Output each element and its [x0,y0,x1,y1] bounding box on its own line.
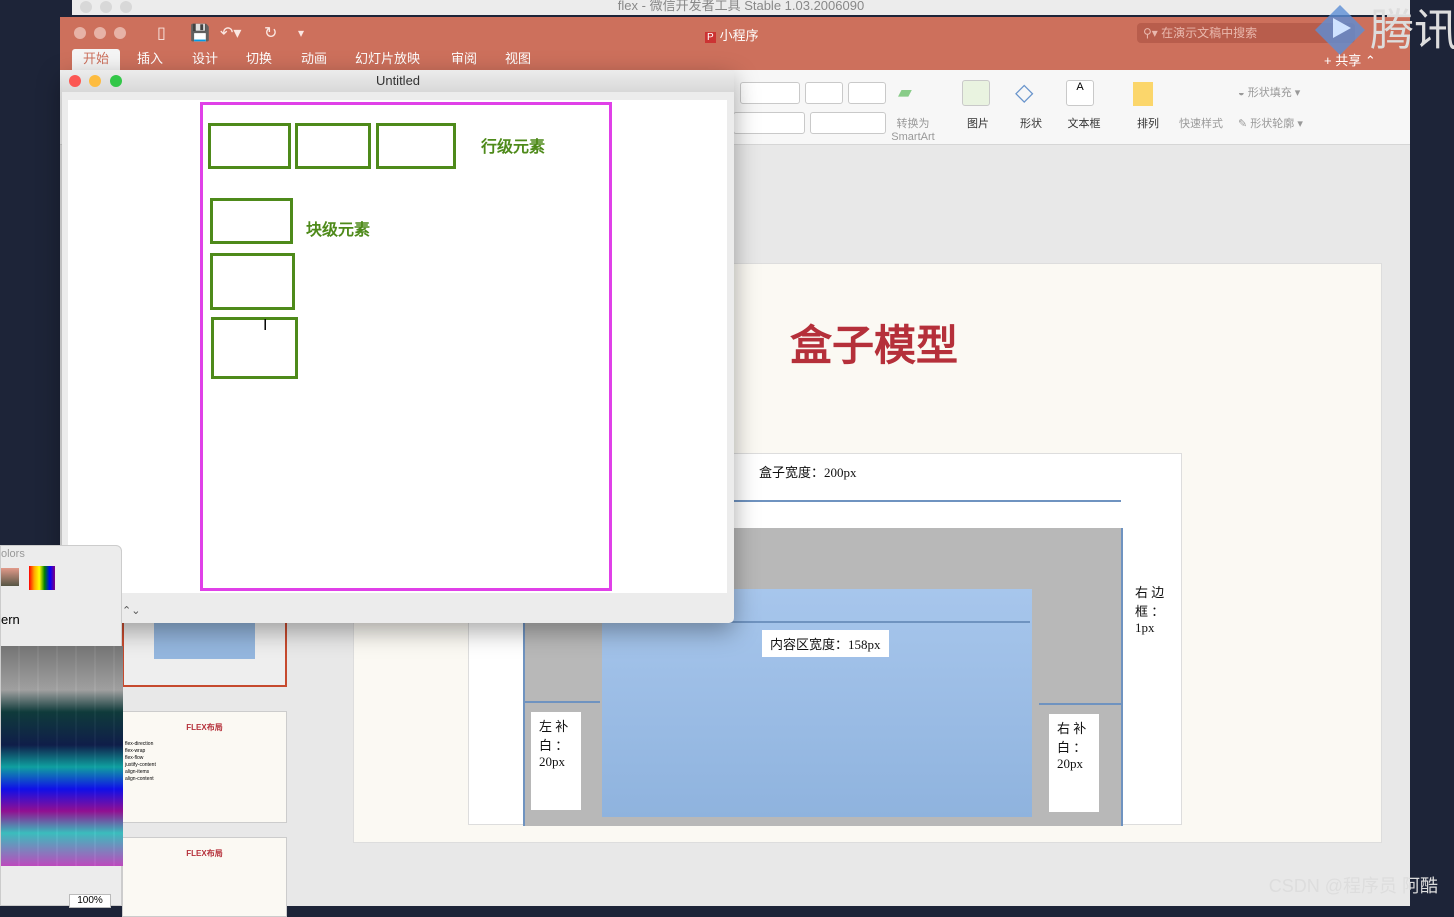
line-spacing-button[interactable] [805,82,843,104]
pattern-label: ern [1,612,20,627]
inline-box-1 [208,123,291,169]
window-title: Untitled [375,73,421,88]
thumbnail-item: align-content [125,776,154,782]
image-palette-tab[interactable] [1,568,19,586]
text-direction-button[interactable] [810,112,886,134]
slide-title[interactable]: 盒子模型 [790,312,958,373]
minimize-button[interactable] [94,27,106,39]
minimize-button[interactable] [89,75,101,87]
quick-style-button[interactable]: 快速样式 [1176,115,1226,131]
inline-box-3 [376,123,456,169]
thumbnail-item: flex-wrap [125,748,146,754]
devtools-titlebar: flex - 微信开发者工具 Stable 1.03.2006090 [72,0,1410,15]
untitled-titlebar: Untitled [62,70,734,92]
preview-canvas[interactable]: 行级元素 块级元素 I [68,100,727,593]
tab-animations[interactable]: 动画 [290,49,338,70]
devtools-title: flex - 微信开发者工具 Stable 1.03.2006090 [617,0,865,13]
sidebar-toggle-icon[interactable]: ▯ [157,23,166,43]
left-padding-arrow [525,701,600,703]
right-padding-arrow [1039,703,1123,705]
colors-title: olors [1,548,25,560]
untitled-window: Untitled 行级元素 块级元素 I ⌃⌄ [62,70,734,623]
thumbnail-item: flex-flow [125,755,144,761]
indent-buttons[interactable] [740,82,800,104]
svg-text:腾讯: 腾讯 [1370,5,1454,56]
tab-transitions[interactable]: 切换 [235,49,283,70]
smartart-icon: ▰ [898,82,912,102]
thumbnail-item: justify-content [125,762,156,768]
shape-outline-label: 形状轮廓 [1250,118,1295,130]
customize-icon[interactable]: ▾ [298,26,304,40]
tencent-video-logo: 腾讯 [1315,5,1454,56]
block-element-label: 块级元素 [306,220,371,239]
textbox-button[interactable]: 文本框 [1062,115,1106,131]
ppt-file-icon: P [705,32,716,43]
document-title-text: 小程序 [719,28,759,43]
textbox-icon: A [1066,80,1094,106]
thumbnail-title: FLEX布局 [186,849,223,858]
save-icon[interactable]: 💾 [190,23,210,43]
search-placeholder: 在演示文稿中搜索 [1161,26,1258,40]
arrange-icon [1133,82,1153,106]
tab-slideshow[interactable]: 幻灯片放映 [344,49,431,70]
tab-review[interactable]: 审阅 [440,49,488,70]
smartart-button[interactable]: 转换为 SmartArt [888,115,938,143]
pencils-tab[interactable] [29,566,55,590]
close-button[interactable] [74,27,86,39]
close-button[interactable] [69,75,81,87]
slide-thumbnails: FLEX布局 flex-direction flex-wrap flex-flo… [122,607,292,917]
thumbnail-flex-2[interactable]: FLEX布局 [122,837,287,917]
text-cursor-icon: I [263,317,268,334]
shape-fill-button[interactable]: ◒ 形状填充 ▾ [1238,84,1300,100]
tab-home[interactable]: 开始 [72,49,121,70]
zoom-button[interactable] [110,75,122,87]
shape-outline-button[interactable]: ✎ 形状轮廓 ▾ [1238,115,1303,131]
tab-design[interactable]: 设计 [181,49,229,70]
arrange-button[interactable]: 排列 [1130,115,1166,131]
right-padding-label: 右 补 白 ： 20px [1049,714,1099,812]
picture-button[interactable]: 图片 [960,115,996,131]
pencil-palette[interactable] [1,646,123,866]
content-area: 内容区宽度：158px [602,589,1032,817]
block-box-3 [211,317,298,379]
redo-icon[interactable]: ↻ [264,23,277,43]
shape-icon: ◇ [1015,79,1034,106]
container-box: 行级元素 块级元素 I [200,102,612,591]
thumbnail-title: FLEX布局 [186,723,223,732]
tab-insert[interactable]: 插入 [126,49,174,70]
shape-fill-label: 形状填充 [1247,87,1292,99]
tab-view[interactable]: 视图 [494,49,542,70]
ppt-titlebar: ▯ 💾 ↶▾ ↻ ▾ P 小程序 ⚲▾ 在演示文稿中搜索 开始 插入 设计 切换 … [60,17,1410,70]
watermark: CSDN @程序员 阿酷 [1268,876,1438,896]
colors-panel: olors ern 100% [0,545,123,908]
shape-button[interactable]: 形状 [1013,115,1049,131]
thumbnail-item: flex-direction [125,741,154,747]
stepper-icon[interactable]: ⌃⌄ [122,604,140,617]
box-width-label: 盒子宽度：200px [759,465,857,480]
smartart-label: 转换为 [896,118,930,130]
smartart-label-2: SmartArt [891,131,935,143]
columns-button[interactable] [848,82,886,104]
inline-element-label: 行级元素 [481,137,546,156]
block-box-1 [210,198,293,244]
content-width-label: 内容区宽度：158px [762,630,889,657]
right-border-label: 右 边 框 ： 1px [1135,585,1165,635]
zoom-button[interactable] [114,27,126,39]
inline-box-2 [295,123,371,169]
left-padding-label: 左 补 白 ： 20px [531,712,581,810]
picture-icon [962,80,990,106]
thumbnail-flex-1[interactable]: FLEX布局 flex-direction flex-wrap flex-flo… [122,711,287,823]
document-title: P 小程序 [705,25,759,44]
thumbnail-item: align-items [125,769,150,775]
align-buttons[interactable] [733,112,805,134]
block-box-2 [210,253,295,310]
undo-icon[interactable]: ↶▾ [220,23,241,43]
